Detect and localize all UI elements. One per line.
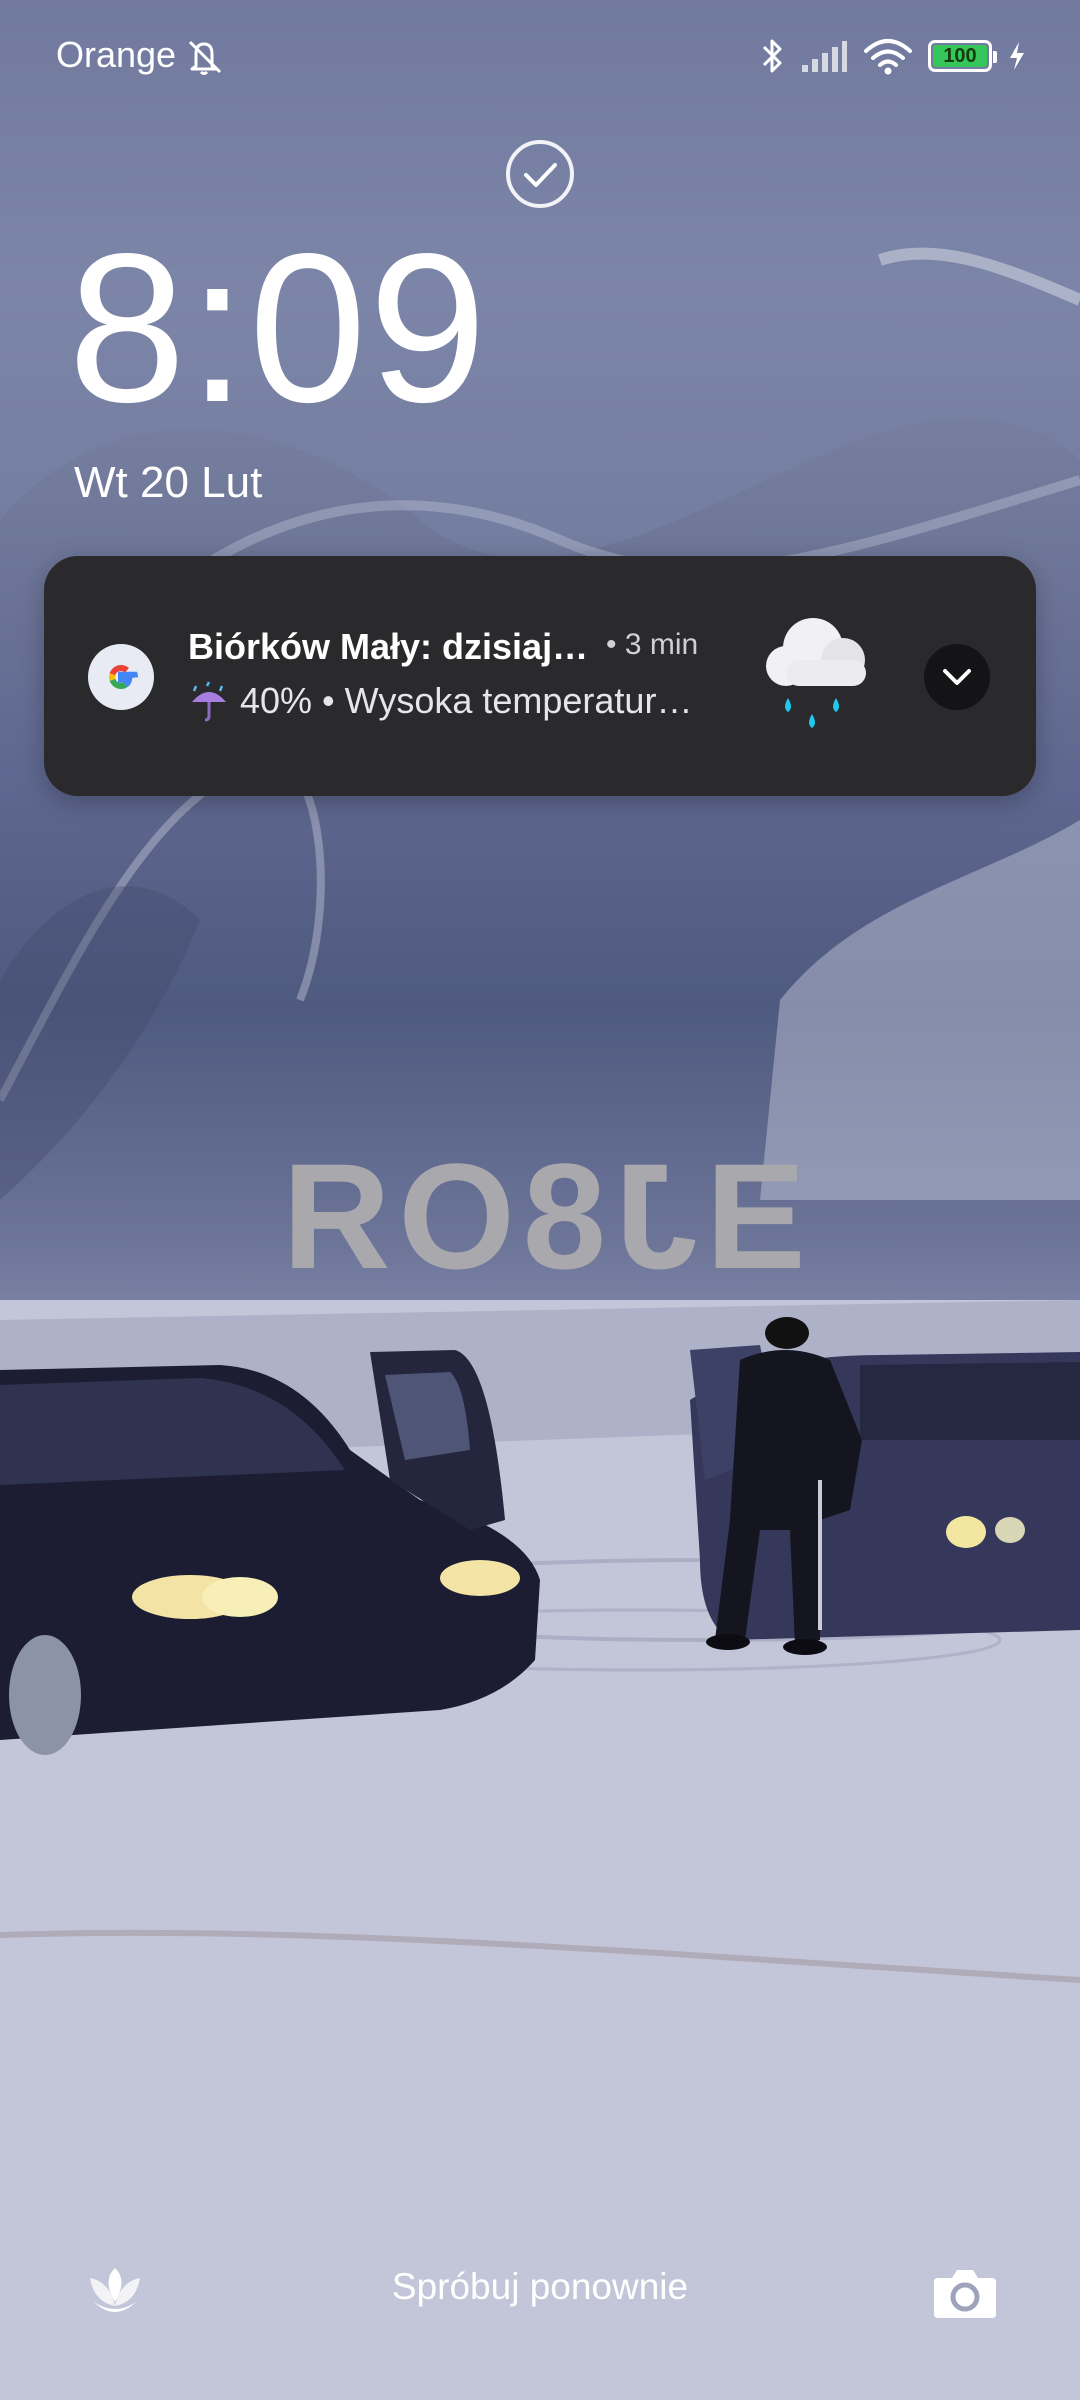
svg-text:ƎJ8OЯ: ƎJ8OЯ <box>274 1132 805 1300</box>
notification-body: 40% • Wysoka temperatur… <box>188 680 692 722</box>
wifi-icon <box>864 39 912 75</box>
lockscreen-bottom-bar: Spróbuj ponownie <box>0 2240 1080 2340</box>
status-bar: Orange 100 <box>0 0 1080 110</box>
checkmark-icon <box>506 140 574 208</box>
camera-icon[interactable] <box>932 2264 998 2320</box>
cellular-signal-icon <box>802 41 847 72</box>
carrier-label: Orange <box>56 34 177 75</box>
mute-bell-icon <box>188 40 222 75</box>
notification-body-text: 40% • Wysoka temperatur… <box>240 680 693 721</box>
notification-title: Biórków Mały: dzisiaj… <box>188 626 589 667</box>
lockscreen-clock: 8:09 <box>68 209 489 446</box>
retry-unlock-text[interactable]: Spróbuj ponownie <box>0 2266 1080 2308</box>
lockscreen-date: Wt 20 Lut <box>74 458 263 507</box>
expand-button[interactable] <box>924 644 990 710</box>
chevron-down-icon <box>943 669 971 685</box>
weather-notification[interactable]: Biórków Mały: dzisiaj… • 3 min 40% • Wys… <box>44 556 1036 796</box>
charging-bolt-icon <box>1010 42 1024 70</box>
rain-cloud-icon <box>766 618 866 728</box>
status-icons: 100 <box>760 34 1026 78</box>
notification-time: • 3 min <box>606 628 699 661</box>
battery-level: 100 <box>943 44 977 67</box>
bluetooth-icon <box>762 39 782 73</box>
google-icon <box>88 644 154 710</box>
umbrella-rain-icon <box>192 681 226 722</box>
battery-icon: 100 <box>928 40 997 72</box>
